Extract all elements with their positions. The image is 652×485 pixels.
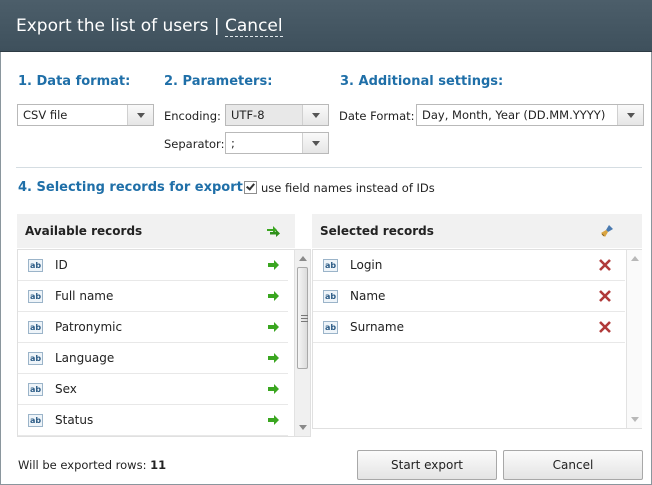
title-cancel-link[interactable]: Cancel <box>225 16 283 37</box>
encoding-value: UTF-8 <box>231 108 265 122</box>
list-item-label: Patronymic <box>55 320 123 334</box>
scroll-up-icon[interactable] <box>299 256 307 261</box>
list-item[interactable]: ab Sex <box>18 374 288 405</box>
scroll-down-icon[interactable] <box>299 425 307 430</box>
chevron-down-icon <box>302 133 328 153</box>
selected-records-title: Selected records <box>320 224 434 238</box>
green-arrow-icon[interactable] <box>268 260 280 270</box>
grip-line <box>301 315 308 316</box>
list-item-label: Surname <box>350 320 404 334</box>
green-arrow-icon[interactable] <box>268 415 280 425</box>
title-separator: | <box>213 16 220 36</box>
grip-line <box>301 318 308 319</box>
date-format-value: Day, Month, Year (DD.MM.YYYY) <box>422 108 606 122</box>
export-rows-count: 11 <box>150 458 167 472</box>
records-heading: 4. Selecting records for export: <box>18 180 249 195</box>
list-item[interactable]: ab Language <box>18 343 288 374</box>
chevron-down-icon <box>127 105 153 125</box>
available-records-header: Available records <box>17 214 295 248</box>
field-names-checkbox[interactable] <box>244 181 257 194</box>
encoding-label: Encoding: <box>164 109 221 123</box>
separator-select[interactable]: ; <box>225 132 329 154</box>
list-item[interactable]: ab Full name <box>18 281 288 312</box>
red-x-icon[interactable] <box>599 290 611 302</box>
broom-icon[interactable] <box>600 224 614 238</box>
chevron-down-icon <box>617 105 643 125</box>
date-format-select[interactable]: Day, Month, Year (DD.MM.YYYY) <box>416 104 644 126</box>
selected-records-header: Selected records <box>312 214 642 248</box>
export-rows-summary: Will be exported rows: 11 <box>18 458 166 472</box>
ab-field-icon: ab <box>28 414 43 427</box>
list-item[interactable]: ab Status <box>18 405 288 436</box>
ab-field-icon: ab <box>323 290 338 303</box>
parameters-heading: 2. Parameters: <box>164 74 273 89</box>
encoding-select[interactable]: UTF-8 <box>225 104 329 126</box>
red-x-icon[interactable] <box>599 321 611 333</box>
list-item[interactable]: ab Login <box>313 250 625 281</box>
separator-label: Separator: <box>164 137 225 151</box>
green-arrow-icon[interactable] <box>268 353 280 363</box>
green-arrow-icon[interactable] <box>268 291 280 301</box>
field-names-checkbox-label: use field names instead of IDs <box>261 181 435 195</box>
list-item-label: Sex <box>55 382 77 396</box>
selected-scrollbar[interactable] <box>626 250 642 428</box>
ab-field-icon: ab <box>28 383 43 396</box>
list-item-label: Name <box>350 289 386 303</box>
date-format-label: Date Format: <box>339 109 415 123</box>
data-format-select[interactable]: CSV file <box>17 104 154 126</box>
data-format-value: CSV file <box>23 108 68 122</box>
ab-field-icon: ab <box>28 259 43 272</box>
green-arrow-icon[interactable] <box>268 322 280 332</box>
ab-field-icon: ab <box>28 290 43 303</box>
section-divider <box>16 167 642 168</box>
list-item-label: Login <box>350 258 383 272</box>
scroll-down-icon[interactable] <box>631 417 639 422</box>
dialog-title: Export the list of users <box>16 16 209 36</box>
selected-records-list: ab Login ab Name ab Surname <box>312 249 642 429</box>
start-export-button[interactable]: Start export <box>357 450 497 480</box>
ab-field-icon: ab <box>28 352 43 365</box>
separator-value: ; <box>231 136 235 150</box>
red-x-icon[interactable] <box>599 259 611 271</box>
grip-line <box>301 321 308 322</box>
checkmark-icon <box>246 181 255 191</box>
list-item[interactable]: ab Patronymic <box>18 312 288 343</box>
ab-field-icon: ab <box>323 259 338 272</box>
ab-field-icon: ab <box>28 321 43 334</box>
ab-field-icon: ab <box>323 321 338 334</box>
available-scrollbar[interactable] <box>294 250 310 436</box>
list-item[interactable]: ab Name <box>313 281 625 312</box>
list-item[interactable]: ab Surname <box>313 312 625 343</box>
list-item-label: Language <box>55 351 115 365</box>
scroll-thumb[interactable] <box>297 267 308 369</box>
list-item[interactable]: ab ID <box>18 250 288 281</box>
additional-settings-heading: 3. Additional settings: <box>340 74 504 89</box>
available-records-list: ab ID ab Full name ab Patronymic ab Language ab S… <box>17 249 311 437</box>
add-all-icon[interactable] <box>267 226 281 237</box>
export-rows-label: Will be exported rows: <box>18 458 147 472</box>
green-arrow-icon[interactable] <box>268 384 280 394</box>
dialog-titlebar: Export the list of users | Cancel <box>0 0 652 52</box>
chevron-down-icon <box>302 105 328 125</box>
available-records-title: Available records <box>25 224 143 238</box>
data-format-heading: 1. Data format: <box>18 74 131 89</box>
list-item-label: ID <box>55 258 68 272</box>
scroll-up-icon[interactable] <box>631 256 639 261</box>
cancel-button[interactable]: Cancel <box>503 450 643 480</box>
list-item-label: Full name <box>55 289 114 303</box>
list-item-label: Status <box>55 413 94 427</box>
